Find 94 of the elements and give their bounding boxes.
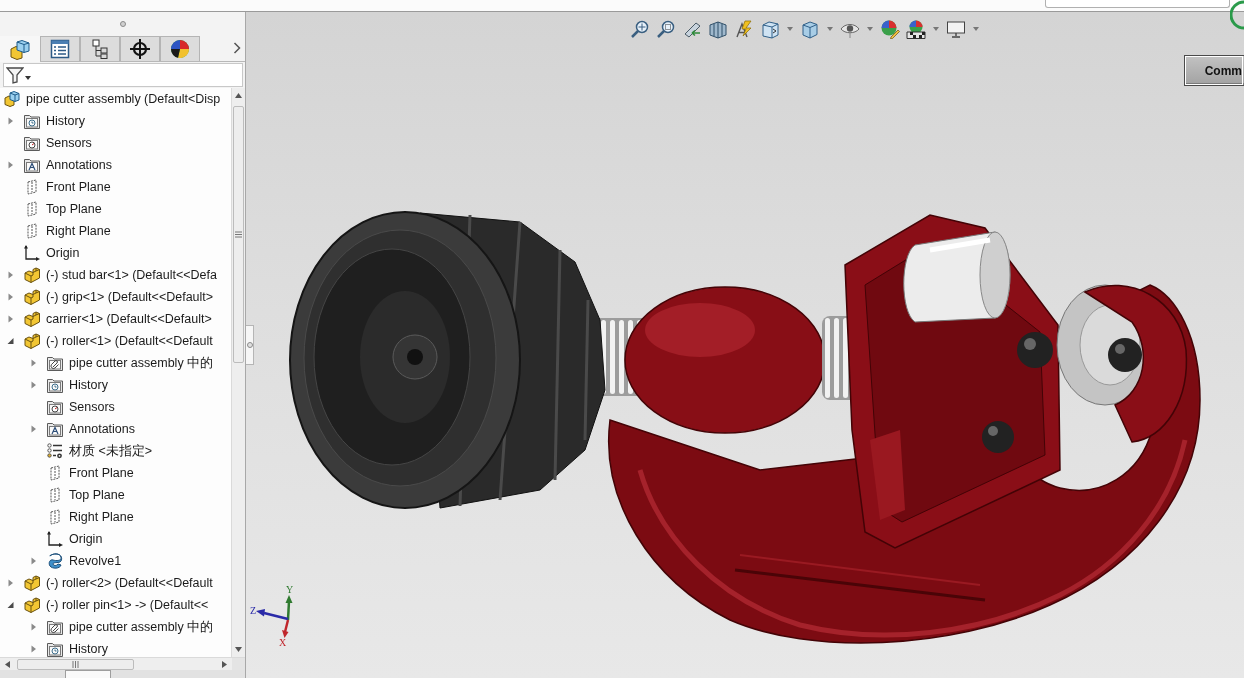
annotation-view-icon[interactable] [734,19,754,39]
panel-tab[interactable] [120,36,160,61]
splitter-handle[interactable] [246,325,254,365]
part-icon [24,575,40,591]
tree-item[interactable]: Origin [46,245,80,261]
axis-label: Z [250,605,257,616]
part-icon [24,333,40,349]
tree-item[interactable]: Right Plane [69,509,134,525]
tree-item[interactable]: History [69,377,108,393]
tree-item[interactable]: History [46,113,85,129]
section-view-icon[interactable] [708,19,728,39]
origin-icon [24,245,40,261]
plane-icon [47,465,63,481]
scroll-right-icon[interactable] [222,660,227,668]
tree-item[interactable]: pipe cutter assembly 中的 [69,619,214,635]
annotation-folder-icon [47,421,63,437]
part-icon [24,267,40,283]
scroll-thumb[interactable] [17,658,134,670]
tree-item[interactable]: Annotations [46,157,113,173]
expander-icon[interactable] [6,601,14,609]
scroll-up-icon[interactable] [235,93,242,98]
caret-icon[interactable] [25,76,31,80]
document-tab[interactable] [65,670,111,678]
axis-label: Y [286,585,294,595]
part-icon [24,311,40,327]
tree-item[interactable]: Right Plane [46,223,111,239]
tree-item[interactable]: Annotations [69,421,136,437]
crosshair-icon [130,39,150,59]
tree-item[interactable]: Front Plane [69,465,134,481]
plane-icon [47,509,63,525]
tree-item[interactable]: (-) grip<1> (Default<<Default> [46,289,214,305]
tree-item[interactable]: Sensors [69,399,115,415]
plane-icon [24,223,40,239]
expander-icon[interactable] [6,337,14,345]
grip-lines-icon [72,660,79,668]
filter-icon[interactable] [6,66,24,84]
zoom-to-area-icon[interactable] [656,19,676,39]
scene-icon[interactable] [906,19,926,39]
tree-item[interactable]: pipe cutter assembly 中的 [69,355,214,371]
property-list-icon [50,39,70,59]
assembly-icon [10,39,30,60]
tree-item[interactable]: Sensors [46,135,92,151]
horizontal-scrollbar[interactable] [0,657,245,670]
tree-item[interactable]: Revolve1 [69,553,122,569]
configuration-tree-icon [90,39,110,59]
grip-dot-icon [246,342,253,348]
scroll-thumb[interactable] [233,106,244,363]
tree-item[interactable]: Origin [69,531,103,547]
mates-folder-icon [47,619,63,635]
appearance-edit-icon[interactable] [880,19,900,39]
revolve-icon [47,553,63,569]
ring-icon [1230,0,1244,30]
grip-dot-icon[interactable] [119,20,126,27]
vertical-scrollbar[interactable] [231,88,245,657]
plane-icon [47,487,63,503]
assembly-icon [4,91,20,107]
panel-tab[interactable] [40,36,80,61]
display-style-icon[interactable] [800,19,820,39]
tree-item[interactable]: (-) roller<2> (Default<<Default [46,575,213,591]
history-folder-icon [24,113,40,129]
tree-item[interactable]: Top Plane [69,487,125,503]
tree-item[interactable]: History [69,641,108,657]
mates-folder-icon [47,355,63,371]
scroll-down-icon[interactable] [235,647,242,652]
tree-item[interactable]: (-) roller pin<1> -> (Default<< [46,597,209,613]
color-ball-icon [170,39,190,59]
tree-item[interactable]: carrier<1> (Default<<Default> [46,311,212,327]
plane-icon [24,179,40,195]
tree-item[interactable]: 材质 <未指定> [69,443,153,459]
grip-lines-icon [235,231,242,238]
tree-item[interactable]: Front Plane [46,179,111,195]
zoom-to-fit-icon[interactable] [630,19,650,39]
tree-item[interactable]: (-) roller<1> (Default<<Default [46,333,213,349]
tree-item[interactable]: Top Plane [46,201,102,217]
tree-item[interactable]: pipe cutter assembly (Default<Disp [26,91,221,107]
origin-icon [47,531,63,547]
material-icon [47,443,63,459]
scroll-left-icon[interactable] [5,660,10,668]
axis-label: X [279,637,287,647]
monitor-icon[interactable] [946,19,966,39]
tree-item[interactable]: (-) stud bar<1> (Default<<Defa [46,267,217,283]
chevron-right-icon[interactable] [233,42,241,54]
sensor-folder-icon [47,399,63,415]
panel-tab[interactable] [160,36,200,61]
part-icon [24,597,40,613]
history-folder-icon [47,377,63,393]
part-icon [24,289,40,305]
view-orientation-icon[interactable] [760,19,780,39]
annotation-folder-icon [24,157,40,173]
sensor-folder-icon [24,135,40,151]
command-button[interactable]: Comm [1183,55,1244,86]
filter-field[interactable] [3,63,243,87]
plane-icon [24,201,40,217]
search-field[interactable] [1045,0,1230,8]
